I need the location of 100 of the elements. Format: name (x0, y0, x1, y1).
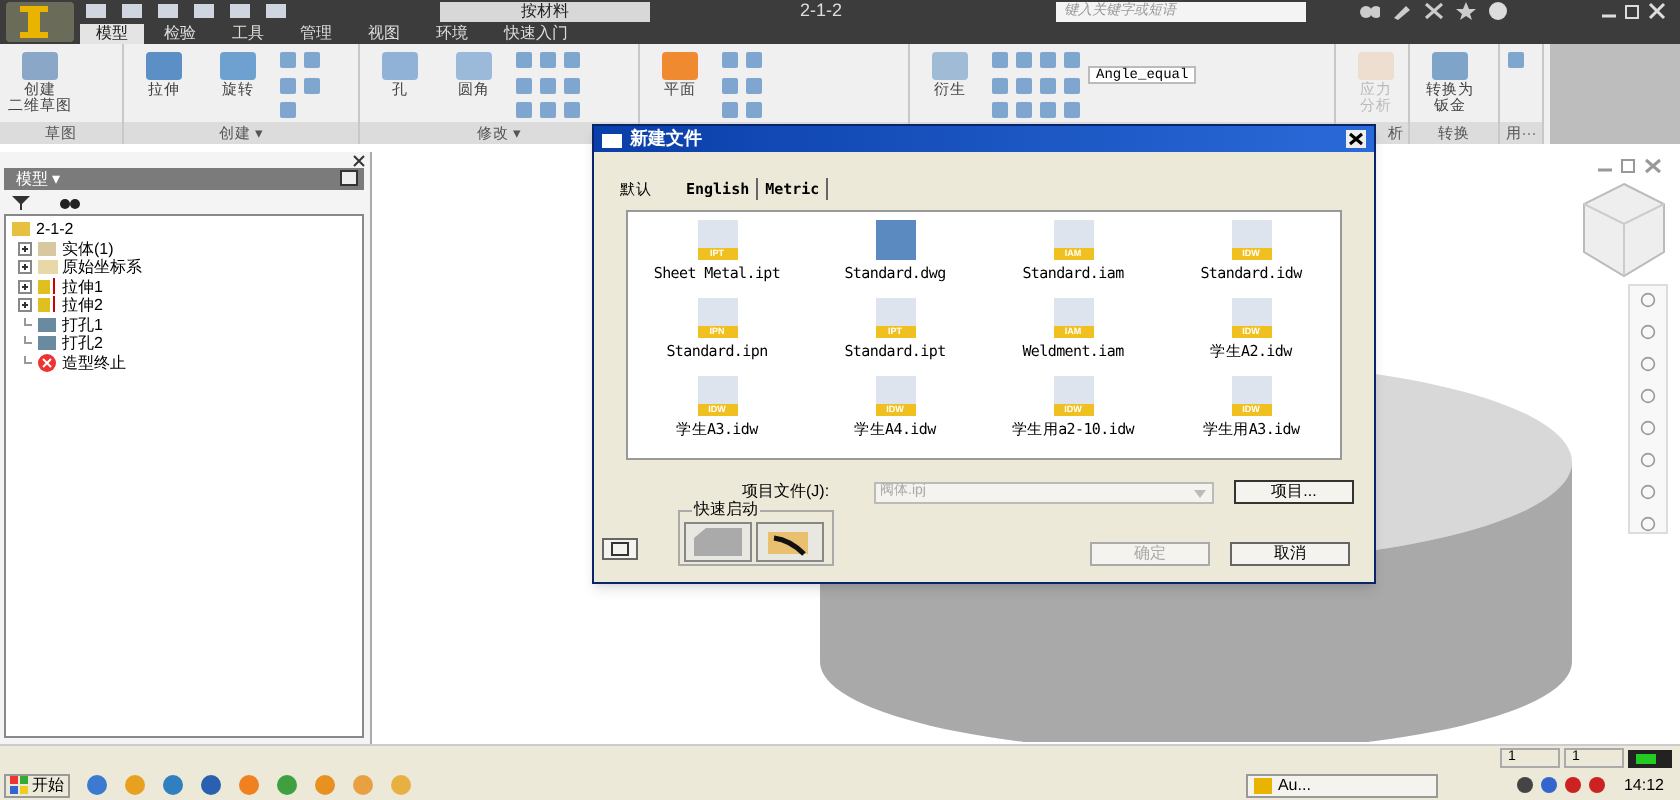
ribbon-tab[interactable]: 工具 (216, 24, 280, 44)
tree-item[interactable]: 拉伸1 (62, 277, 103, 296)
help-button[interactable] (602, 538, 638, 560)
ribbon-tab[interactable]: 视图 (352, 24, 416, 44)
project-label: 项目文件(J): (742, 480, 832, 500)
tool-icon[interactable] (514, 100, 534, 121)
tool-icon[interactable] (720, 75, 740, 96)
nav-tool-icon[interactable] (1636, 356, 1660, 372)
window-icon (602, 131, 622, 147)
tool-icon[interactable] (1014, 100, 1034, 121)
stress-icon (1354, 50, 1398, 82)
view-cube-icon[interactable] (1580, 180, 1668, 280)
tree-item[interactable]: 实体(1) (62, 239, 114, 258)
part-icon (10, 218, 32, 241)
nav-tool-icon[interactable] (1636, 324, 1660, 340)
tool-icon[interactable] (1062, 75, 1082, 96)
toolbar-icon[interactable] (156, 2, 180, 20)
quick-launch-icon[interactable] (86, 774, 108, 796)
tool-icon[interactable] (990, 75, 1010, 96)
expand-icon[interactable] (18, 279, 32, 294)
expand-icon[interactable] (18, 260, 32, 275)
toolbar-icon[interactable] (264, 2, 288, 20)
binoculars-icon[interactable] (1360, 2, 1380, 20)
extrude-icon (36, 294, 58, 317)
quick-launch-icon[interactable] (276, 774, 298, 796)
quick-launch-icon[interactable] (162, 774, 184, 796)
windows-logo-icon (10, 776, 28, 794)
tree-item[interactable]: 打孔1 (62, 315, 103, 334)
tool-icon[interactable] (562, 75, 582, 96)
tool-icon[interactable] (1014, 75, 1034, 96)
quick-launch-icon[interactable] (200, 774, 222, 796)
ribbon-tab[interactable]: 检验 (148, 24, 212, 44)
tool-icon[interactable] (514, 75, 534, 96)
start-button[interactable]: 开始 (4, 773, 70, 797)
nav-tool-icon[interactable] (1636, 292, 1660, 308)
nav-tool-icon[interactable] (1636, 388, 1660, 404)
dwg-file-icon[interactable] (875, 220, 915, 260)
toolbar-icon[interactable] (192, 2, 216, 20)
sheet-icon (1428, 50, 1472, 82)
tool-icon[interactable] (1062, 100, 1082, 121)
plane-icon (658, 50, 702, 82)
sketch-icon (18, 50, 62, 82)
app-logo-icon[interactable] (4, 0, 76, 44)
panel-title[interactable]: 模型 ▾ (16, 168, 61, 190)
tool-icon[interactable] (1038, 100, 1058, 121)
toolbar-icon[interactable] (120, 2, 144, 20)
project-button[interactable]: 项目... (1234, 480, 1354, 504)
tool-icon[interactable] (538, 100, 558, 121)
nav-tool-icon[interactable] (1636, 484, 1660, 500)
tool-icon[interactable] (1038, 75, 1058, 96)
ribbon-tab[interactable]: 快速入门 (488, 24, 584, 44)
tree-item[interactable]: 拉伸2 (62, 296, 103, 315)
tool-icon[interactable] (1506, 50, 1526, 70)
tool-icon[interactable] (744, 100, 764, 121)
expand-icon[interactable] (18, 241, 32, 256)
material-dropdown[interactable]: 按材料 (440, 2, 650, 22)
star-icon[interactable] (1456, 2, 1476, 20)
progress-indicator-icon (1628, 749, 1672, 767)
nav-tool-icon[interactable] (1636, 452, 1660, 468)
derive-icon (928, 50, 972, 82)
revolve-icon (216, 50, 260, 82)
tool-icon[interactable] (538, 75, 558, 96)
tool-icon[interactable] (302, 75, 322, 96)
hole-icon (36, 313, 58, 336)
ribbon-tab[interactable]: 模型 (80, 24, 144, 44)
expand-icon[interactable] (18, 298, 32, 313)
tree-item[interactable]: 原始坐标系 (62, 258, 142, 277)
nav-tool-icon[interactable] (1636, 516, 1660, 532)
extrude-icon (142, 50, 186, 82)
tool-icon[interactable] (278, 75, 298, 96)
quick-launch-icon[interactable] (238, 774, 260, 796)
taskbar-button[interactable]: Au... (1245, 773, 1438, 797)
sketch-sheet-icon (694, 528, 742, 556)
folder-icon (36, 256, 58, 279)
dialog-title: 新建文件 (630, 126, 702, 152)
tool-icon[interactable] (278, 100, 298, 121)
hole-icon (36, 332, 58, 355)
fillet-icon (452, 50, 496, 82)
close-icon[interactable] (352, 154, 366, 168)
toolbar-icon[interactable] (228, 2, 252, 20)
tool-icon[interactable] (562, 100, 582, 121)
tree-item[interactable]: 造型终止 (62, 353, 126, 372)
window-title: 2-1-2 (800, 0, 843, 22)
tree-item[interactable]: 2-1-2 (36, 220, 74, 239)
cancel-button[interactable]: 取消 (1230, 542, 1350, 566)
tool-icon[interactable] (744, 75, 764, 96)
tool-icon[interactable] (990, 100, 1010, 121)
tool-icon[interactable] (720, 100, 740, 121)
tree-line (18, 317, 32, 332)
end-icon (36, 351, 58, 374)
ribbon-tab[interactable]: 环境 (420, 24, 484, 44)
binoculars-icon[interactable] (60, 194, 80, 210)
toolbar-icon[interactable] (84, 2, 108, 20)
nav-tool-icon[interactable] (1636, 420, 1660, 436)
filter-icon[interactable] (12, 194, 30, 210)
ribbon-tab[interactable]: 管理 (284, 24, 348, 44)
tree-item[interactable]: 打孔2 (62, 334, 103, 353)
clock: 14:12 (1623, 773, 1664, 797)
close-icon[interactable] (1346, 130, 1366, 148)
open-file-button[interactable] (756, 522, 824, 562)
